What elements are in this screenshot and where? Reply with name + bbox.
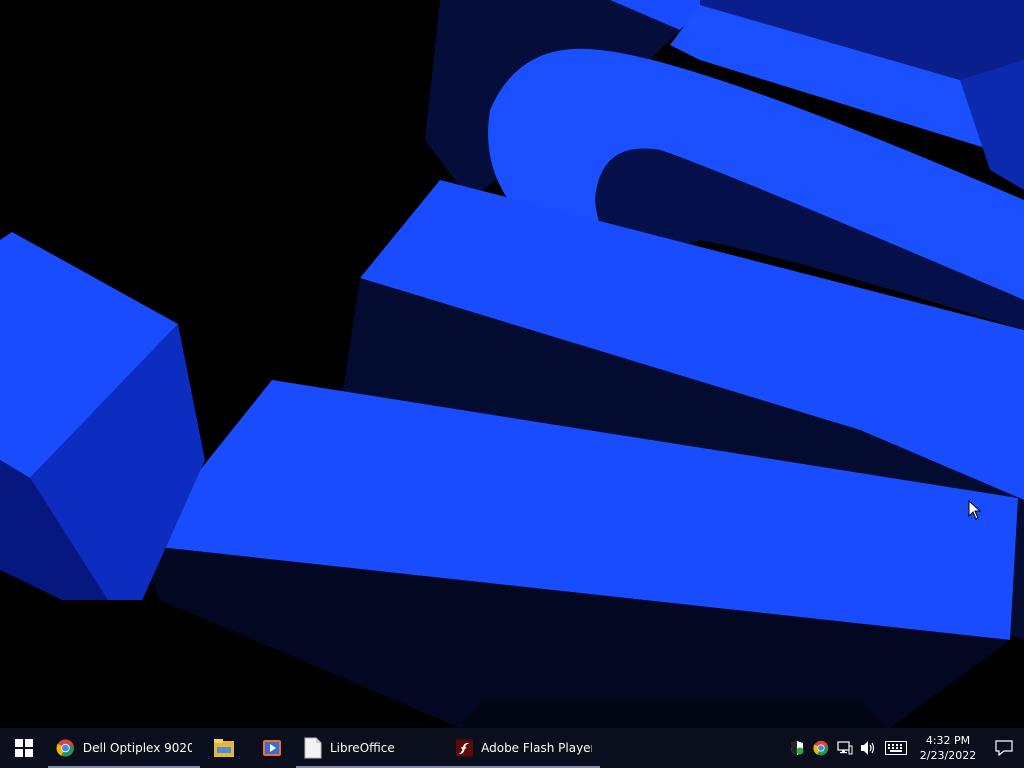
action-center-button[interactable]	[984, 728, 1024, 768]
clock-date: 2/23/2022	[919, 749, 977, 762]
system-tray	[788, 728, 912, 768]
taskbar: Dell Optiplex 9020 ... LibreOffice Ad	[0, 728, 1024, 768]
volume-icon[interactable]	[860, 739, 878, 757]
taskbar-spacer	[600, 728, 788, 768]
media-player-icon	[263, 740, 281, 756]
chrome-tray-icon[interactable]	[812, 739, 830, 757]
desktop-wallpaper	[0, 0, 1024, 728]
clock-time: 4:32 PM	[925, 734, 971, 747]
keyboard-icon[interactable]	[884, 739, 908, 757]
network-icon[interactable]	[836, 739, 854, 757]
taskbar-app-label: Adobe Flash Player ...	[481, 741, 592, 755]
taskbar-app-chrome[interactable]: Dell Optiplex 9020 ...	[48, 728, 200, 768]
libreoffice-icon	[304, 737, 322, 759]
taskbar-app-label: LibreOffice	[330, 741, 395, 755]
chrome-icon	[56, 739, 75, 757]
action-center-icon	[995, 740, 1013, 756]
mouse-cursor-icon	[968, 500, 982, 520]
taskbar-app-media-player[interactable]	[248, 728, 296, 768]
wallpaper-3d-letters	[0, 0, 1024, 728]
windows-logo-icon	[15, 739, 33, 757]
file-explorer-icon	[214, 739, 234, 757]
taskbar-app-flash-player[interactable]: Adobe Flash Player ...	[448, 728, 600, 768]
taskbar-app-label: Dell Optiplex 9020 ...	[82, 741, 192, 755]
start-button[interactable]	[0, 728, 48, 768]
taskbar-clock[interactable]: 4:32 PM 2/23/2022	[912, 728, 984, 768]
security-shield-icon[interactable]	[788, 739, 806, 757]
taskbar-app-file-explorer[interactable]	[200, 728, 248, 768]
taskbar-app-libreoffice[interactable]: LibreOffice	[296, 728, 448, 768]
flash-player-icon	[456, 739, 474, 757]
